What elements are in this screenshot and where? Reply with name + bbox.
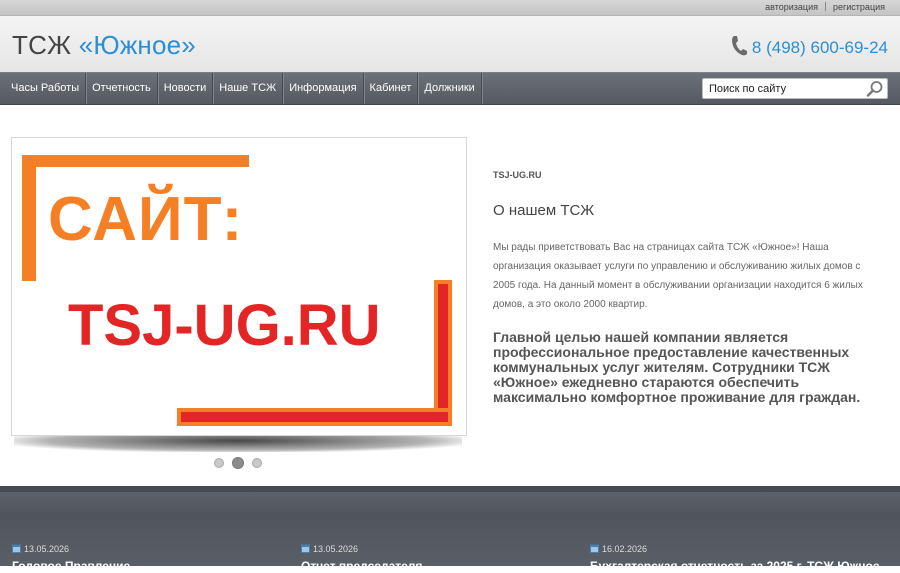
nav-item-news[interactable]: Новости: [158, 73, 214, 104]
news-title[interactable]: Годовое Правление: [12, 559, 130, 573]
phone-icon: [731, 36, 747, 56]
calendar-icon: [590, 544, 599, 553]
calendar-icon: [12, 544, 21, 553]
mission-text: Главной целью нашей компании является пр…: [493, 329, 861, 405]
site-logo[interactable]: ТСЖ «Южное»: [12, 30, 196, 61]
phone-contact[interactable]: 8 (498) 600-69-24: [730, 35, 888, 58]
nav-item-info[interactable]: Информация: [283, 73, 364, 104]
slide-text-1: САЙТ:: [48, 185, 244, 254]
red-frame-right: [438, 284, 448, 422]
nav-item-debtors[interactable]: Должники: [418, 73, 482, 104]
orange-frame-top: [22, 155, 249, 167]
site-domain: TSJ-UG.RU: [493, 170, 542, 180]
login-link[interactable]: авторизация: [765, 2, 818, 12]
nav-item-cabinet[interactable]: Кабинет: [364, 73, 419, 104]
search-icon[interactable]: [866, 80, 884, 97]
news-strip: 13.05.2026 Годовое Правление 13.05.2026 …: [0, 486, 900, 573]
news-item[interactable]: 13.05.2026 Отчет председателя: [301, 544, 422, 573]
logo-name: «Южное»: [78, 30, 196, 60]
slider-dot-1[interactable]: [214, 458, 224, 468]
slider-dot-2[interactable]: [232, 457, 244, 469]
about-text: Мы рады приветствовать Вас на страницах …: [493, 242, 863, 310]
calendar-icon: [301, 544, 310, 553]
about-heading: О нашем ТСЖ: [493, 202, 595, 219]
slider-image[interactable]: САЙТ: TSJ-UG.RU: [11, 137, 467, 436]
logo-prefix: ТСЖ: [12, 30, 72, 60]
auth-links: авторизация регистрация: [765, 2, 885, 12]
news-item[interactable]: 13.05.2026 Годовое Правление: [12, 544, 130, 573]
news-date: 16.02.2026: [602, 544, 648, 554]
search-box: [702, 78, 888, 99]
main-nav: Часы Работы Отчетность Новости Наше ТСЖ …: [0, 72, 900, 105]
news-date: 13.05.2026: [313, 544, 359, 554]
nav-item-about[interactable]: Наше ТСЖ: [213, 73, 284, 104]
slider-shadow: [14, 436, 462, 452]
phone-number: 8 (498) 600-69-24: [751, 38, 888, 57]
slider-pagination: [214, 457, 262, 469]
top-bar: авторизация регистрация: [0, 0, 900, 16]
slider-dot-3[interactable]: [252, 458, 262, 468]
divider: [824, 2, 826, 11]
red-frame-bottom: [181, 412, 448, 422]
about-section: TSJ-UG.RU О нашем ТСЖ Мы рады приветство…: [493, 170, 883, 405]
nav-item-hours[interactable]: Часы Работы: [0, 73, 87, 104]
header: ТСЖ «Южное» 8 (498) 600-69-24: [0, 16, 900, 72]
search-input[interactable]: [703, 79, 864, 99]
orange-frame-left: [22, 155, 36, 281]
news-title[interactable]: Бухгалтерская отчетность за 2025 г. ТСЖ …: [590, 559, 880, 573]
nav-item-reports[interactable]: Отчетность: [86, 73, 158, 104]
news-date: 13.05.2026: [24, 544, 70, 554]
news-title[interactable]: Отчет председателя: [301, 559, 422, 573]
register-link[interactable]: регистрация: [833, 2, 885, 12]
slide-text-2: TSJ-UG.RU: [68, 293, 381, 358]
news-item[interactable]: 16.02.2026 Бухгалтерская отчетность за 2…: [590, 544, 880, 573]
